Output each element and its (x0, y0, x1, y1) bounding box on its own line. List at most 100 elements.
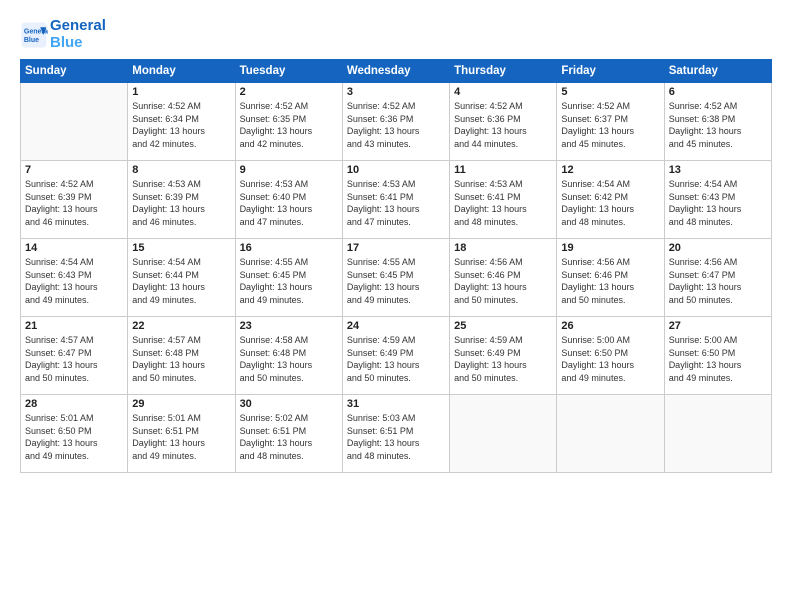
day-number: 28 (25, 398, 123, 410)
cell-text: Sunrise: 4:55 AM Sunset: 6:45 PM Dayligh… (240, 256, 338, 306)
day-number: 2 (240, 86, 338, 98)
day-number: 12 (561, 164, 659, 176)
calendar-cell: 22Sunrise: 4:57 AM Sunset: 6:48 PM Dayli… (128, 317, 235, 395)
calendar-cell: 27 Sunrise: 5:00 AM Sunset: 6:50 PM Dayli… (664, 317, 771, 395)
cell-text: Sunrise: 4:54 AM Sunset: 6:43 PM Dayligh… (25, 256, 123, 306)
cell-text: Sunrise: 4:54 AM Sunset: 6:42 PM Dayligh… (561, 178, 659, 228)
weekday-header: Friday (557, 60, 664, 83)
calendar-cell: 2 Sunrise: 4:52 AM Sunset: 6:35 PM Daylig… (235, 83, 342, 161)
day-number: 7 (25, 164, 123, 176)
calendar-table: SundayMondayTuesdayWednesdayThursdayFrid… (20, 59, 772, 473)
day-number: 6 (669, 86, 767, 98)
calendar-cell: 17Sunrise: 4:55 AM Sunset: 6:45 PM Dayli… (342, 239, 449, 317)
cell-text: Sunrise: 4:52 AM Sunset: 6:39 PM Dayligh… (25, 178, 123, 228)
cell-text: Sunrise: 5:01 AM Sunset: 6:50 PM Dayligh… (25, 412, 123, 462)
calendar-week: 1 Sunrise: 4:52 AM Sunset: 6:34 PM Daylig… (21, 83, 772, 161)
cell-text: Sunrise: 4:52 AM Sunset: 6:38 PM Dayligh… (669, 100, 767, 150)
calendar-cell: 24 Sunrise: 4:59 AM Sunset: 6:49 PM Dayli… (342, 317, 449, 395)
calendar-cell: 26 Sunrise: 5:00 AM Sunset: 6:50 PM Dayli… (557, 317, 664, 395)
day-number: 18 (454, 242, 552, 254)
day-number: 19 (561, 242, 659, 254)
cell-text: Sunrise: 5:02 AM Sunset: 6:51 PM Dayligh… (240, 412, 338, 462)
cell-text: Sunrise: 4:59 AM Sunset: 6:49 PM Dayligh… (347, 334, 445, 384)
cell-text: Sunrise: 4:54 AM Sunset: 6:44 PM Dayligh… (132, 256, 230, 306)
cell-text: Sunrise: 4:56 AM Sunset: 6:47 PM Dayligh… (669, 256, 767, 306)
cell-text: Sunrise: 4:56 AM Sunset: 6:46 PM Dayligh… (454, 256, 552, 306)
day-number: 22 (132, 320, 230, 332)
cell-text: Sunrise: 4:53 AM Sunset: 6:41 PM Dayligh… (454, 178, 552, 228)
day-number: 25 (454, 320, 552, 332)
calendar-cell: 8 Sunrise: 4:53 AM Sunset: 6:39 PM Daylig… (128, 161, 235, 239)
calendar-cell: 3 Sunrise: 4:52 AM Sunset: 6:36 PM Daylig… (342, 83, 449, 161)
calendar-cell: 21Sunrise: 4:57 AM Sunset: 6:47 PM Dayli… (21, 317, 128, 395)
cell-text: Sunrise: 4:53 AM Sunset: 6:41 PM Dayligh… (347, 178, 445, 228)
day-number: 27 (669, 320, 767, 332)
cell-text: Sunrise: 5:00 AM Sunset: 6:50 PM Dayligh… (561, 334, 659, 384)
calendar-cell: 20Sunrise: 4:56 AM Sunset: 6:47 PM Dayli… (664, 239, 771, 317)
page: General Blue GeneralBlue SundayMondayTue… (0, 0, 792, 612)
cell-text: Sunrise: 4:52 AM Sunset: 6:36 PM Dayligh… (347, 100, 445, 150)
weekday-header: Thursday (450, 60, 557, 83)
weekday-header: Wednesday (342, 60, 449, 83)
calendar-cell: 30 Sunrise: 5:02 AM Sunset: 6:51 PM Dayli… (235, 395, 342, 473)
day-number: 8 (132, 164, 230, 176)
calendar-cell: 18 Sunrise: 4:56 AM Sunset: 6:46 PM Dayli… (450, 239, 557, 317)
day-number: 16 (240, 242, 338, 254)
day-number: 13 (669, 164, 767, 176)
logo: General Blue GeneralBlue (20, 18, 106, 51)
weekday-header: Saturday (664, 60, 771, 83)
calendar-cell: 13 Sunrise: 4:54 AM Sunset: 6:43 PM Dayli… (664, 161, 771, 239)
calendar-cell: 14 Sunrise: 4:54 AM Sunset: 6:43 PM Dayli… (21, 239, 128, 317)
day-number: 26 (561, 320, 659, 332)
cell-text: Sunrise: 4:57 AM Sunset: 6:47 PM Dayligh… (25, 334, 123, 384)
calendar-week: 21Sunrise: 4:57 AM Sunset: 6:47 PM Dayli… (21, 317, 772, 395)
calendar-cell (557, 395, 664, 473)
cell-text: Sunrise: 5:03 AM Sunset: 6:51 PM Dayligh… (347, 412, 445, 462)
calendar-cell: 1 Sunrise: 4:52 AM Sunset: 6:34 PM Daylig… (128, 83, 235, 161)
day-number: 10 (347, 164, 445, 176)
weekday-header: Sunday (21, 60, 128, 83)
day-number: 24 (347, 320, 445, 332)
calendar-cell: 10 Sunrise: 4:53 AM Sunset: 6:41 PM Dayli… (342, 161, 449, 239)
day-number: 31 (347, 398, 445, 410)
calendar-cell: 25 Sunrise: 4:59 AM Sunset: 6:49 PM Dayli… (450, 317, 557, 395)
cell-text: Sunrise: 4:58 AM Sunset: 6:48 PM Dayligh… (240, 334, 338, 384)
day-number: 1 (132, 86, 230, 98)
day-number: 14 (25, 242, 123, 254)
day-number: 11 (454, 164, 552, 176)
calendar-cell: 4Sunrise: 4:52 AM Sunset: 6:36 PM Daylig… (450, 83, 557, 161)
calendar-cell: 28 Sunrise: 5:01 AM Sunset: 6:50 PM Dayli… (21, 395, 128, 473)
cell-text: Sunrise: 5:01 AM Sunset: 6:51 PM Dayligh… (132, 412, 230, 462)
cell-text: Sunrise: 4:53 AM Sunset: 6:39 PM Dayligh… (132, 178, 230, 228)
calendar-week: 28 Sunrise: 5:01 AM Sunset: 6:50 PM Dayli… (21, 395, 772, 473)
calendar-cell: 29 Sunrise: 5:01 AM Sunset: 6:51 PM Dayli… (128, 395, 235, 473)
calendar-cell: 6 Sunrise: 4:52 AM Sunset: 6:38 PM Daylig… (664, 83, 771, 161)
cell-text: Sunrise: 4:52 AM Sunset: 6:34 PM Dayligh… (132, 100, 230, 150)
calendar-cell: 11 Sunrise: 4:53 AM Sunset: 6:41 PM Dayli… (450, 161, 557, 239)
calendar-cell (664, 395, 771, 473)
day-number: 15 (132, 242, 230, 254)
calendar-cell: 31 Sunrise: 5:03 AM Sunset: 6:51 PM Dayli… (342, 395, 449, 473)
cell-text: Sunrise: 4:54 AM Sunset: 6:43 PM Dayligh… (669, 178, 767, 228)
day-number: 30 (240, 398, 338, 410)
logo-text: GeneralBlue (50, 18, 106, 51)
calendar-cell (450, 395, 557, 473)
cell-text: Sunrise: 4:59 AM Sunset: 6:49 PM Dayligh… (454, 334, 552, 384)
day-number: 3 (347, 86, 445, 98)
calendar-cell: 15 Sunrise: 4:54 AM Sunset: 6:44 PM Dayli… (128, 239, 235, 317)
weekday-header: Tuesday (235, 60, 342, 83)
calendar-cell: 7 Sunrise: 4:52 AM Sunset: 6:39 PM Daylig… (21, 161, 128, 239)
calendar-cell: 5Sunrise: 4:52 AM Sunset: 6:37 PM Daylig… (557, 83, 664, 161)
calendar-cell: 23Sunrise: 4:58 AM Sunset: 6:48 PM Dayli… (235, 317, 342, 395)
cell-text: Sunrise: 5:00 AM Sunset: 6:50 PM Dayligh… (669, 334, 767, 384)
logo-icon: General Blue (20, 21, 48, 49)
calendar-cell (21, 83, 128, 161)
day-number: 4 (454, 86, 552, 98)
day-number: 9 (240, 164, 338, 176)
cell-text: Sunrise: 4:56 AM Sunset: 6:46 PM Dayligh… (561, 256, 659, 306)
day-number: 17 (347, 242, 445, 254)
day-number: 29 (132, 398, 230, 410)
cell-text: Sunrise: 4:52 AM Sunset: 6:35 PM Dayligh… (240, 100, 338, 150)
cell-text: Sunrise: 4:52 AM Sunset: 6:37 PM Dayligh… (561, 100, 659, 150)
header: General Blue GeneralBlue (20, 18, 772, 51)
